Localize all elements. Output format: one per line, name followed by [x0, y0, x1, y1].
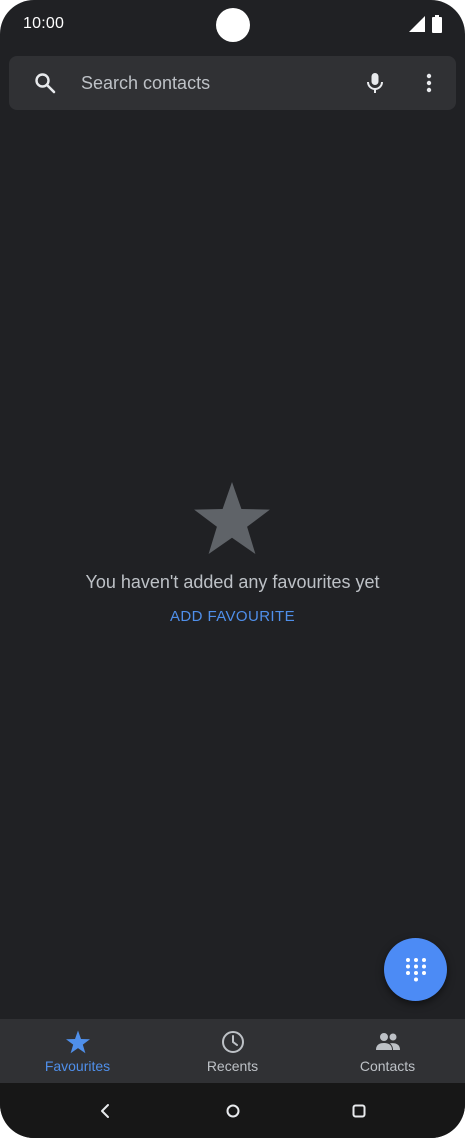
search-input[interactable]: Search contacts — [81, 56, 210, 110]
star-icon — [65, 1030, 90, 1054]
phone-screen: 10:00 Search contacts You haven't added … — [0, 0, 465, 1138]
tab-favourites[interactable]: Favourites — [0, 1019, 155, 1083]
dialpad-icon — [406, 958, 426, 982]
battery-icon — [432, 15, 442, 33]
recents-icon[interactable] — [350, 1102, 368, 1120]
back-icon[interactable] — [97, 1102, 115, 1120]
empty-star-icon — [194, 482, 270, 554]
camera-cutout — [216, 8, 250, 42]
clock-icon — [221, 1031, 244, 1053]
signal-icon — [409, 16, 425, 32]
tab-label: Favourites — [44, 1058, 111, 1074]
people-icon — [375, 1033, 400, 1050]
add-favourite-button[interactable]: ADD FAVOURITE — [170, 608, 295, 625]
dialpad-fab-button[interactable] — [384, 938, 447, 1001]
tab-label: Contacts — [359, 1058, 416, 1074]
tab-recents[interactable]: Recents — [155, 1019, 310, 1083]
empty-state-message: You haven't added any favourites yet — [85, 572, 380, 592]
search-icon — [35, 73, 56, 94]
tab-label: Recents — [206, 1058, 259, 1074]
more-options-icon[interactable] — [417, 71, 441, 95]
add-favourite-container: ADD FAVOURITE — [0, 608, 465, 625]
status-time: 10:00 — [23, 15, 65, 32]
status-bar: 10:00 — [0, 0, 465, 50]
mic-icon[interactable] — [363, 71, 387, 95]
search-bar[interactable]: Search contacts — [9, 56, 456, 110]
bottom-navigation: Favourites Recents Contacts — [0, 1019, 465, 1083]
home-icon[interactable] — [224, 1102, 242, 1120]
tab-contacts[interactable]: Contacts — [310, 1019, 465, 1083]
